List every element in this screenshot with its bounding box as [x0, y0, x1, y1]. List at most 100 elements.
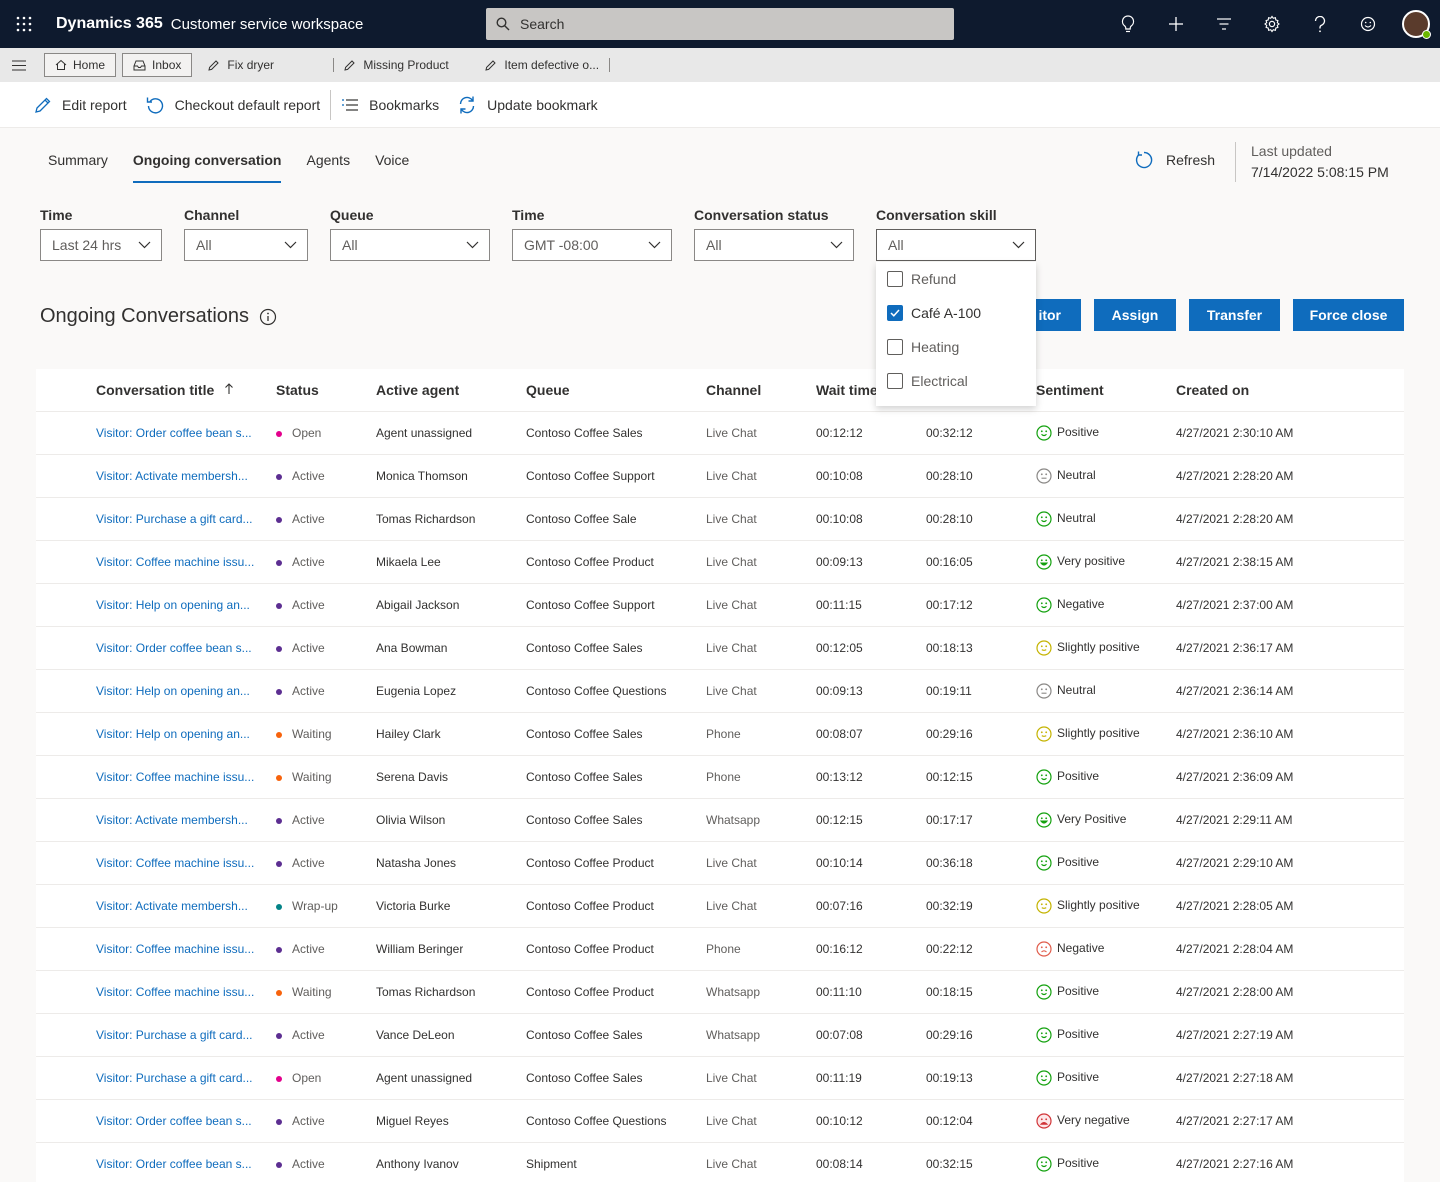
- queue-cell: Contoso Coffee Product: [526, 985, 654, 999]
- channel-cell: Live Chat: [706, 1114, 757, 1128]
- grid-body: Visitor: Order coffee bean s... Open Agent…: [36, 412, 1404, 1182]
- active-agent-cell: Olivia Wilson: [376, 813, 446, 827]
- column-header-label: Conversation title: [96, 382, 215, 398]
- timezone-dropdown[interactable]: GMT -08:00: [512, 229, 672, 261]
- queue-dropdown[interactable]: All: [330, 229, 490, 261]
- conversation-title-link[interactable]: Visitor: Coffee machine issu...: [96, 942, 254, 956]
- session-tab-missing-product[interactable]: Missing Product: [334, 53, 475, 77]
- edit-report-button[interactable]: Edit report: [34, 96, 127, 114]
- user-avatar[interactable]: [1392, 0, 1440, 48]
- transfer-button[interactable]: Transfer: [1189, 299, 1280, 331]
- table-row[interactable]: Visitor: Coffee machine issu... Active Nat…: [36, 842, 1404, 885]
- tab-ongoing-conversation[interactable]: Ongoing conversation: [132, 152, 281, 183]
- table-row[interactable]: Visitor: Help on opening an... Active Abig…: [36, 584, 1404, 627]
- refresh-button[interactable]: Refresh: [1134, 150, 1215, 170]
- column-header-title[interactable]: Conversation title: [96, 382, 234, 398]
- help-icon[interactable]: [1296, 0, 1344, 48]
- session-tab-item-defective[interactable]: Item defective o...: [475, 53, 609, 77]
- filter-icon[interactable]: [1200, 0, 1248, 48]
- table-row[interactable]: Visitor: Coffee machine issu... Waiting To…: [36, 971, 1404, 1014]
- conversation-title-link[interactable]: Visitor: Help on opening an...: [96, 598, 250, 612]
- column-header-queue[interactable]: Queue: [526, 382, 570, 398]
- conversation-title-link[interactable]: Visitor: Order coffee bean s...: [96, 641, 252, 655]
- tab-agents[interactable]: Agents: [306, 152, 350, 183]
- tab-summary[interactable]: Summary: [48, 152, 108, 183]
- column-header-active-agent[interactable]: Active agent: [376, 382, 459, 398]
- table-row[interactable]: Visitor: Help on opening an... Waiting Hai…: [36, 713, 1404, 756]
- search-box[interactable]: Search: [486, 8, 954, 40]
- column-header-channel[interactable]: Channel: [706, 382, 761, 398]
- conversation-title-link[interactable]: Visitor: Purchase a gift card...: [96, 512, 253, 526]
- table-row[interactable]: Visitor: Order coffee bean s... Active Ana…: [36, 627, 1404, 670]
- conversation-status-dropdown[interactable]: All: [694, 229, 854, 261]
- conversation-title-link[interactable]: Visitor: Order coffee bean s...: [96, 1114, 252, 1128]
- info-icon[interactable]: [259, 308, 277, 326]
- column-header-wait-time[interactable]: Wait time: [816, 382, 878, 398]
- update-bookmark-button[interactable]: Update bookmark: [457, 95, 598, 115]
- table-row[interactable]: Visitor: Help on opening an... Active Euge…: [36, 670, 1404, 713]
- assign-button[interactable]: Assign: [1094, 299, 1176, 331]
- table-row[interactable]: Visitor: Purchase a gift card... Active To…: [36, 498, 1404, 541]
- conversation-title-link[interactable]: Visitor: Coffee machine issu...: [96, 985, 254, 999]
- checkbox-unchecked-icon[interactable]: [887, 271, 903, 287]
- table-row[interactable]: Visitor: Order coffee bean s... Open Agent…: [36, 412, 1404, 455]
- home-tab[interactable]: Home: [44, 53, 117, 77]
- skill-option-heating[interactable]: Heating: [876, 330, 1036, 364]
- lightbulb-icon[interactable]: [1104, 0, 1152, 48]
- column-header-sentiment[interactable]: Sentiment: [1036, 382, 1104, 398]
- checkbox-unchecked-icon[interactable]: [887, 373, 903, 389]
- table-row[interactable]: Visitor: Activate membersh... Active Monic…: [36, 455, 1404, 498]
- app-name[interactable]: Customer service workspace: [171, 16, 364, 33]
- hamburger-menu-icon[interactable]: [0, 48, 38, 82]
- skill-option-cafe-a100[interactable]: Café A-100: [876, 296, 1036, 330]
- channel-dropdown[interactable]: All: [184, 229, 308, 261]
- conversation-title-link[interactable]: Visitor: Help on opening an...: [96, 727, 250, 741]
- column-header-status[interactable]: Status: [276, 382, 319, 398]
- checkout-default-report-button[interactable]: Checkout default report: [145, 95, 320, 115]
- table-row[interactable]: Visitor: Coffee machine issu... Waiting Se…: [36, 756, 1404, 799]
- session-tab-fix-dryer[interactable]: Fix dryer: [198, 53, 333, 77]
- add-icon[interactable]: [1152, 0, 1200, 48]
- conversation-title-link[interactable]: Visitor: Coffee machine issu...: [96, 856, 254, 870]
- table-row[interactable]: Visitor: Purchase a gift card... Open Agen…: [36, 1057, 1404, 1100]
- tab-voice[interactable]: Voice: [375, 152, 409, 183]
- column-header-created-on[interactable]: Created on: [1176, 382, 1249, 398]
- wait-time-cell: 00:10:12: [816, 1114, 863, 1128]
- bookmarks-button[interactable]: Bookmarks: [341, 97, 439, 113]
- conversation-title-link[interactable]: Visitor: Order coffee bean s...: [96, 426, 252, 440]
- channel-cell: Live Chat: [706, 555, 757, 569]
- feedback-smiley-icon[interactable]: [1344, 0, 1392, 48]
- checkbox-checked-icon[interactable]: [887, 305, 903, 321]
- skill-option-electrical[interactable]: Electrical: [876, 364, 1036, 398]
- conversation-title-link[interactable]: Visitor: Activate membersh...: [96, 469, 248, 483]
- force-close-button[interactable]: Force close: [1293, 299, 1404, 331]
- table-row[interactable]: Visitor: Purchase a gift card... Active Va…: [36, 1014, 1404, 1057]
- sentiment-positive-icon: [1036, 597, 1052, 613]
- brand-name[interactable]: Dynamics 365: [56, 15, 163, 33]
- conversation-title-link[interactable]: Visitor: Activate membersh...: [96, 899, 248, 913]
- conversation-title-link[interactable]: Visitor: Activate membersh...: [96, 813, 248, 827]
- wait-time-cell: 00:11:15: [816, 598, 862, 612]
- conversation-title-link[interactable]: Visitor: Coffee machine issu...: [96, 770, 254, 784]
- queue-cell: Contoso Coffee Sales: [526, 426, 643, 440]
- wait-time-cell: 00:07:16: [816, 899, 863, 913]
- table-row[interactable]: Visitor: Activate membersh... Active Olivi…: [36, 799, 1404, 842]
- table-row[interactable]: Visitor: Order coffee bean s... Active Ant…: [36, 1143, 1404, 1182]
- table-row[interactable]: Visitor: Activate membersh... Wrap-up Vict…: [36, 885, 1404, 928]
- conversation-title-link[interactable]: Visitor: Help on opening an...: [96, 684, 250, 698]
- conversation-title-link[interactable]: Visitor: Purchase a gift card...: [96, 1071, 253, 1085]
- inbox-tab[interactable]: Inbox: [122, 53, 193, 77]
- conversation-title-link[interactable]: Visitor: Order coffee bean s...: [96, 1157, 252, 1171]
- table-row[interactable]: Visitor: Coffee machine issu... Active Wil…: [36, 928, 1404, 971]
- table-row[interactable]: Visitor: Order coffee bean s... Active Mig…: [36, 1100, 1404, 1143]
- conversation-skill-dropdown[interactable]: All: [876, 229, 1036, 261]
- gear-icon[interactable]: [1248, 0, 1296, 48]
- time-range-dropdown[interactable]: Last 24 hrs: [40, 229, 162, 261]
- table-row[interactable]: Visitor: Coffee machine issu... Active Mik…: [36, 541, 1404, 584]
- conversation-title-link[interactable]: Visitor: Coffee machine issu...: [96, 555, 254, 569]
- checkbox-unchecked-icon[interactable]: [887, 339, 903, 355]
- app-launcher-icon[interactable]: [0, 0, 48, 48]
- queue-cell: Contoso Coffee Questions: [526, 1114, 667, 1128]
- conversation-title-link[interactable]: Visitor: Purchase a gift card...: [96, 1028, 253, 1042]
- skill-option-refund[interactable]: Refund: [876, 262, 1036, 296]
